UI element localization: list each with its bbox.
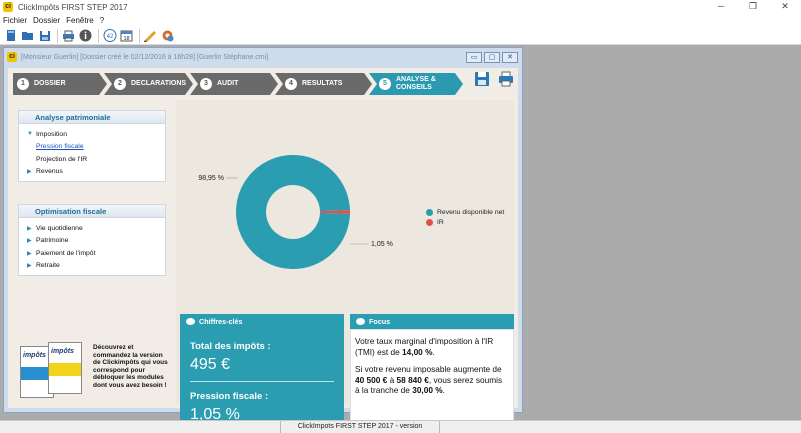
chart-legend: Revenu disponible net IR [426, 207, 504, 227]
total-impots-value: 495 € [190, 356, 231, 373]
chiffres-cles-header: Chiffres-clés [180, 314, 344, 329]
focus-tranche-text: Si votre revenu imposable augmente de 40… [355, 364, 503, 395]
save-icon[interactable] [37, 28, 52, 43]
promo-text: Découvrez et commandez la version de Cli… [93, 344, 168, 389]
nav-item-projection-ir[interactable]: Projection de l'IR [27, 153, 165, 166]
menu-dossier[interactable]: Dossier [33, 16, 60, 25]
step-number: 3 [200, 78, 212, 90]
content-area: 98,95 % 1,05 % Revenu disponible net IR [176, 100, 514, 433]
step-declarations[interactable]: 2 DECLARATIONS [104, 73, 193, 95]
calendar-icon[interactable]: 18 [119, 28, 134, 43]
svg-text:18: 18 [123, 36, 129, 42]
app-title-bar: ci ClickImpôts FIRST STEP 2017 ─ ❐ ✕ [0, 0, 801, 14]
print-icon[interactable] [61, 28, 76, 43]
toolbar-separator [98, 28, 99, 43]
total-impots-label: Total des impôts : [190, 341, 271, 352]
optimisation-fiscale-title: Optimisation fiscale [19, 205, 165, 218]
legend-swatch-icon [426, 218, 433, 226]
step-number: 4 [285, 78, 297, 90]
legend-swatch-icon [426, 208, 433, 216]
nav-item-patrimoine[interactable]: ▶ Patrimoine [27, 235, 165, 248]
optimisation-fiscale-box: Optimisation fiscale ▶ Vie quotidienne ▶… [18, 204, 166, 276]
toolbar: 42 18 [0, 27, 801, 45]
app-logo-icon: ci [3, 2, 13, 12]
status-bar: ClickImpots FIRST STEP 2017 - version 20… [0, 420, 801, 433]
step-number: 1 [17, 78, 29, 90]
data-label-ir: 1,05 % [371, 241, 393, 248]
nav-item-revenus[interactable]: ▶ Revenus [27, 166, 165, 179]
step-label: ANALYSE & CONSEILS [396, 76, 436, 91]
pie-chart: 98,95 % 1,05 % Revenu disponible net IR [176, 100, 514, 298]
step-label: AUDIT [217, 80, 239, 87]
restore-button[interactable]: ❐ [737, 0, 769, 14]
nav-item-pression-fiscale[interactable]: Pression fiscale [27, 141, 165, 154]
analyse-patrimoniale-box: Analyse patrimoniale ▼ Imposition Pressi… [18, 110, 166, 182]
toolbar-separator [139, 28, 140, 43]
svg-text:42: 42 [106, 34, 113, 40]
settings-icon[interactable] [160, 28, 175, 43]
speech-bubble-icon [356, 318, 365, 325]
nav-item-retraite[interactable]: ▶ Retraite [27, 260, 165, 273]
child-close-button[interactable]: ✕ [502, 52, 518, 63]
step-audit[interactable]: 3 AUDIT [190, 73, 278, 95]
app-logo-icon: ci [7, 52, 17, 62]
edit-icon[interactable] [143, 28, 158, 43]
step-analyse-conseils[interactable]: 5 ANALYSE & CONSEILS [369, 73, 463, 95]
step-label: RESULTATS [302, 80, 343, 87]
legend-item-revenu: Revenu disponible net [426, 207, 504, 217]
child-maximize-button[interactable]: ▢ [484, 52, 500, 63]
dossier-window: ci [Monsieur Guerlin] [Dossier créé le 0… [3, 47, 523, 433]
dossier-window-body: 1 DOSSIER 2 DECLARATIONS 3 AUDIT 4 RESUL… [8, 68, 518, 433]
status-text: ClickImpots FIRST STEP 2017 - version 20… [280, 421, 440, 433]
focus-card: Focus Votre taux marginal d'imposition à… [350, 314, 514, 433]
step-number: 5 [379, 78, 391, 90]
chevron-right-icon: ▶ [27, 225, 32, 232]
step-resultats[interactable]: 4 RESULTATS [275, 73, 372, 95]
menu-fichier[interactable]: Fichier [3, 16, 27, 25]
minimize-button[interactable]: ─ [705, 0, 737, 14]
nav-item-imposition[interactable]: ▼ Imposition [27, 128, 165, 141]
app-title: ClickImpôts FIRST STEP 2017 [18, 2, 128, 12]
speech-bubble-icon [186, 318, 195, 325]
toolbar-separator [57, 28, 58, 43]
child-minimize-button[interactable]: ▭ [466, 52, 482, 63]
dossier-window-title: [Monsieur Guerlin] [Dossier créé le 02/1… [21, 53, 269, 61]
menu-fenetre[interactable]: Fenêtre [66, 16, 94, 25]
steps-bar: 1 DOSSIER 2 DECLARATIONS 3 AUDIT 4 RESUL… [13, 73, 473, 95]
open-icon[interactable] [20, 28, 35, 43]
focus-tmi-text: Votre taux marginal d'imposition à l'IR … [355, 336, 494, 357]
new-document-icon[interactable] [3, 28, 18, 43]
info-icon[interactable] [78, 28, 93, 43]
nav-item-paiement-impot[interactable]: ▶ Paiement de l'impôt [27, 247, 165, 260]
step-number: 2 [114, 78, 126, 90]
analyse-patrimoniale-title: Analyse patrimoniale [19, 111, 165, 124]
chevron-right-icon: ▶ [27, 238, 32, 245]
legend-item-ir: IR [426, 217, 504, 227]
data-label-revenu: 98,95 % [198, 175, 224, 182]
chevron-right-icon: ▶ [27, 250, 32, 257]
pression-fiscale-label: Pression fiscale : [190, 391, 269, 402]
product-box-image: impôts [48, 342, 82, 394]
focus-text: Votre taux marginal d'imposition à l'IR … [350, 329, 514, 433]
chevron-right-icon: ▶ [27, 263, 32, 270]
chevron-right-icon: ▶ [27, 169, 32, 176]
divider [190, 381, 334, 382]
chevron-down-icon: ▼ [27, 131, 33, 138]
calculator-icon[interactable]: 42 [102, 28, 117, 43]
step-label: DECLARATIONS [131, 80, 187, 87]
close-button[interactable]: ✕ [769, 0, 801, 14]
upgrade-promo[interactable]: impôts impôts Découvrez et commandez la … [18, 338, 168, 406]
save-icon[interactable] [474, 71, 490, 87]
menu-help[interactable]: ? [100, 16, 104, 25]
nav-item-vie-quotidienne[interactable]: ▶ Vie quotidienne [27, 222, 165, 235]
chiffres-cles-card: Chiffres-clés Total des impôts : 495 € P… [180, 314, 344, 433]
step-dossier[interactable]: 1 DOSSIER [13, 73, 107, 95]
left-panel: Analyse patrimoniale ▼ Imposition Pressi… [18, 110, 166, 298]
print-icon[interactable] [498, 71, 514, 87]
menu-bar: Fichier Dossier Fenêtre ? [0, 14, 801, 27]
focus-header: Focus [350, 314, 514, 329]
step-label: DOSSIER [34, 80, 66, 87]
dossier-window-title-bar: ci [Monsieur Guerlin] [Dossier créé le 0… [4, 48, 522, 66]
